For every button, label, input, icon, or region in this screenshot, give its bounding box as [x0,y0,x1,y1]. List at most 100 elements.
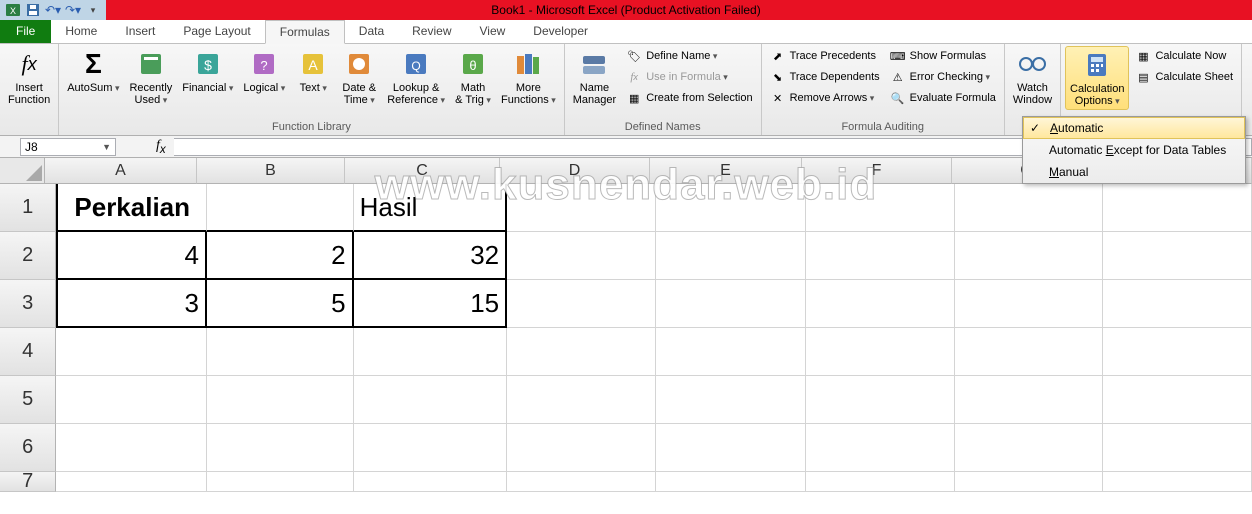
cell-D5[interactable] [507,376,656,424]
menu-item-automatic-except[interactable]: Automatic Except for Data Tables [1023,139,1245,161]
lookup-button[interactable]: QLookup &Reference [383,46,449,108]
row-header-6[interactable]: 6 [0,424,56,472]
save-icon[interactable] [24,1,42,19]
error-checking-button[interactable]: ⚠Error Checking [886,67,1000,87]
fx-label-icon[interactable]: fx [156,138,166,156]
financial-button[interactable]: $Financial [178,46,237,108]
tab-file[interactable]: File [0,20,51,43]
more-functions-button[interactable]: MoreFunctions [497,46,560,108]
column-header-F[interactable]: F [802,158,952,184]
watch-window-button[interactable]: WatchWindow [1009,46,1056,108]
calculate-now-button[interactable]: ▦Calculate Now [1131,46,1237,66]
cell-C1[interactable]: Hasil [354,184,508,232]
cell-B3[interactable]: 5 [207,280,354,328]
calculation-options-button[interactable]: CalculationOptions [1065,46,1129,110]
cell-E7[interactable] [656,472,807,492]
cell-H7[interactable] [1103,472,1252,492]
cell-B6[interactable] [207,424,354,472]
row-header-3[interactable]: 3 [0,280,56,328]
cell-H2[interactable] [1103,232,1252,280]
logical-button[interactable]: ?Logical [239,46,289,108]
cell-F3[interactable] [806,280,955,328]
cell-C5[interactable] [354,376,508,424]
cell-G7[interactable] [955,472,1104,492]
menu-item-manual[interactable]: Manual [1023,161,1245,183]
cell-H3[interactable] [1103,280,1252,328]
row-header-7[interactable]: 7 [0,472,56,492]
tab-view[interactable]: View [466,20,520,43]
remove-arrows-button[interactable]: ✕Remove Arrows [766,88,884,108]
autosum-button[interactable]: ΣAutoSum [63,46,123,108]
cell-G1[interactable] [955,184,1104,232]
cell-F5[interactable] [806,376,955,424]
cell-A7[interactable] [56,472,207,492]
tab-insert[interactable]: Insert [111,20,169,43]
cell-H6[interactable] [1103,424,1252,472]
undo-icon[interactable]: ↶▾ [44,1,62,19]
tab-formulas[interactable]: Formulas [265,20,345,44]
cell-A4[interactable] [56,328,207,376]
cell-A2[interactable]: 4 [56,232,207,280]
cell-H1[interactable] [1103,184,1252,232]
cell-F4[interactable] [806,328,955,376]
cell-F7[interactable] [806,472,955,492]
cell-F1[interactable] [806,184,955,232]
evaluate-formula-button[interactable]: 🔍Evaluate Formula [886,88,1000,108]
cell-G2[interactable] [955,232,1104,280]
insert-function-button[interactable]: fx Insert Function [4,46,54,108]
column-header-C[interactable]: C [345,158,500,184]
calculate-sheet-button[interactable]: ▤Calculate Sheet [1131,67,1237,87]
namebox-dropdown-icon[interactable]: ▼ [102,142,111,152]
cell-C2[interactable]: 32 [354,232,508,280]
redo-icon[interactable]: ↷▾ [64,1,82,19]
cell-G6[interactable] [955,424,1104,472]
cell-A3[interactable]: 3 [56,280,207,328]
cell-B1[interactable] [207,184,354,232]
tab-page-layout[interactable]: Page Layout [169,20,264,43]
cell-H5[interactable] [1103,376,1252,424]
cell-C4[interactable] [354,328,508,376]
recently-used-button[interactable]: RecentlyUsed [125,46,176,108]
use-in-formula-button[interactable]: fxUse in Formula [622,67,756,87]
cell-G4[interactable] [955,328,1104,376]
cell-D2[interactable] [507,232,656,280]
cell-C3[interactable]: 15 [354,280,508,328]
cell-B7[interactable] [207,472,354,492]
cell-B4[interactable] [207,328,354,376]
column-header-E[interactable]: E [650,158,802,184]
math-trig-button[interactable]: θMath& Trig [451,46,495,108]
name-box[interactable]: J8▼ [20,138,116,156]
create-from-selection-button[interactable]: ▦Create from Selection [622,88,756,108]
row-header-5[interactable]: 5 [0,376,56,424]
cell-G3[interactable] [955,280,1104,328]
select-all-corner[interactable] [0,158,45,184]
menu-item-automatic[interactable]: ✓Automatic [1023,117,1245,139]
cell-D6[interactable] [507,424,656,472]
cell-H4[interactable] [1103,328,1252,376]
cell-B5[interactable] [207,376,354,424]
cell-F2[interactable] [806,232,955,280]
cell-G5[interactable] [955,376,1104,424]
trace-precedents-button[interactable]: ⬈Trace Precedents [766,46,884,66]
cell-B2[interactable]: 2 [207,232,354,280]
row-header-1[interactable]: 1 [0,184,56,232]
cell-A5[interactable] [56,376,207,424]
cell-D1[interactable] [507,184,656,232]
cell-E5[interactable] [656,376,807,424]
cell-A6[interactable] [56,424,207,472]
cell-D3[interactable] [507,280,656,328]
tab-data[interactable]: Data [345,20,398,43]
cell-D7[interactable] [507,472,656,492]
cell-E1[interactable] [656,184,807,232]
cell-F6[interactable] [806,424,955,472]
define-name-button[interactable]: 🏷Define Name [622,46,756,66]
show-formulas-button[interactable]: ⌨Show Formulas [886,46,1000,66]
cell-C6[interactable] [354,424,508,472]
column-header-A[interactable]: A [45,158,197,184]
cell-D4[interactable] [507,328,656,376]
tab-developer[interactable]: Developer [519,20,602,43]
cell-E4[interactable] [656,328,807,376]
cell-E3[interactable] [656,280,807,328]
cell-E2[interactable] [656,232,807,280]
tab-home[interactable]: Home [51,20,111,43]
